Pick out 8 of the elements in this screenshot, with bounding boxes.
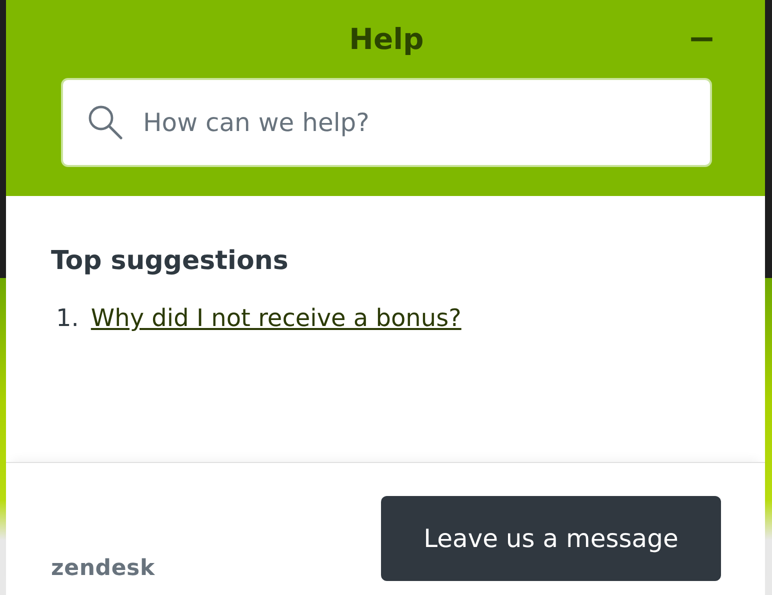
leave-message-button[interactable]: Leave us a message bbox=[381, 496, 721, 581]
widget-title: Help bbox=[349, 22, 424, 56]
section-heading: Top suggestions bbox=[51, 246, 290, 276]
minimize-button[interactable]: − bbox=[684, 22, 720, 56]
suggestion-link[interactable]: Why did I not receive a bonus? bbox=[90, 304, 462, 332]
search-field[interactable]: How can we help? bbox=[61, 78, 712, 167]
list-number: 1. bbox=[56, 304, 79, 332]
zendesk-logo: zendesk bbox=[51, 556, 155, 581]
